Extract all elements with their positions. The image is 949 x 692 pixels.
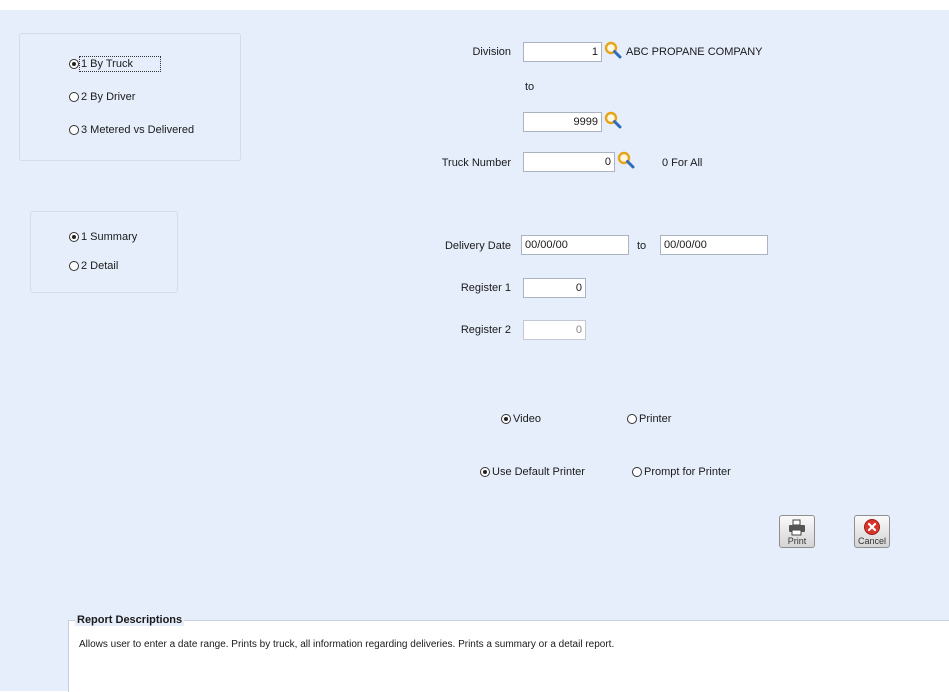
division-from-field[interactable]: 1	[523, 42, 602, 62]
report-detail-group	[30, 211, 178, 293]
radio-by-truck[interactable]: 1 By Truck	[69, 56, 161, 72]
radio-summary[interactable]: 1 Summary	[69, 231, 137, 243]
radio-detail[interactable]: 2 Detail	[69, 260, 118, 272]
cancel-button[interactable]: Cancel	[854, 515, 890, 548]
radio-label: 1 By Truck	[79, 56, 161, 72]
truck-number-field[interactable]: 0	[523, 152, 615, 172]
truck-number-label: Truck Number	[441, 157, 511, 169]
radio-dot	[69, 125, 79, 135]
radio-dot	[69, 92, 79, 102]
radio-label: Use Default Printer	[492, 466, 585, 478]
radio-dot	[627, 414, 637, 424]
report-descriptions-title: Report Descriptions	[75, 614, 185, 626]
radio-dot	[632, 467, 642, 477]
print-button-label: Print	[787, 536, 807, 546]
division-company-name: ABC PROPANE COMPANY	[626, 46, 763, 58]
report-description-text: Allows user to enter a date range. Print…	[79, 639, 615, 650]
register-1-label: Register 1	[460, 282, 511, 294]
magnifier-icon[interactable]	[617, 151, 635, 169]
printer-icon	[789, 519, 805, 536]
radio-label: 1 Summary	[81, 231, 138, 243]
radio-label: Video	[513, 413, 541, 425]
cancel-x-icon	[864, 519, 880, 535]
radio-dot	[501, 414, 511, 424]
radio-dot	[480, 467, 490, 477]
delivery-date-label: Delivery Date	[444, 240, 511, 252]
magnifier-icon[interactable]	[604, 111, 622, 129]
delivery-date-to-label: to	[637, 240, 647, 252]
radio-use-default-printer[interactable]: Use Default Printer	[480, 466, 585, 478]
report-descriptions-box: Allows user to enter a date range. Print…	[68, 620, 949, 692]
radio-prompt-for-printer[interactable]: Prompt for Printer	[632, 466, 731, 478]
radio-label: 2 By Driver	[81, 91, 136, 103]
radio-label: 3 Metered vs Delivered	[81, 124, 195, 136]
division-label: Division	[472, 46, 511, 58]
register-2-label: Register 2	[460, 324, 511, 336]
division-to-field[interactable]: 9999	[523, 112, 602, 132]
radio-dot	[69, 261, 79, 271]
truck-number-hint: 0 For All	[662, 157, 703, 169]
radio-label: 2 Detail	[81, 260, 119, 272]
cancel-button-label: Cancel	[857, 536, 886, 546]
magnifier-icon[interactable]	[604, 41, 622, 59]
delivery-date-from-field[interactable]: 00/00/00	[521, 235, 629, 255]
radio-by-driver[interactable]: 2 By Driver	[69, 91, 135, 103]
delivery-date-to-field[interactable]: 00/00/00	[660, 235, 768, 255]
radio-dot	[69, 232, 79, 242]
division-to-label: to	[525, 81, 535, 93]
radio-label: Prompt for Printer	[644, 466, 731, 478]
register-2-field[interactable]: 0	[523, 320, 586, 340]
register-1-field[interactable]: 0	[523, 278, 586, 298]
radio-label: Printer	[639, 413, 672, 425]
radio-metered-vs-delivered[interactable]: 3 Metered vs Delivered	[69, 124, 194, 136]
radio-dot	[69, 59, 79, 69]
radio-printer[interactable]: Printer	[627, 413, 671, 425]
radio-video[interactable]: Video	[501, 413, 541, 425]
print-button[interactable]: Print	[779, 515, 815, 548]
